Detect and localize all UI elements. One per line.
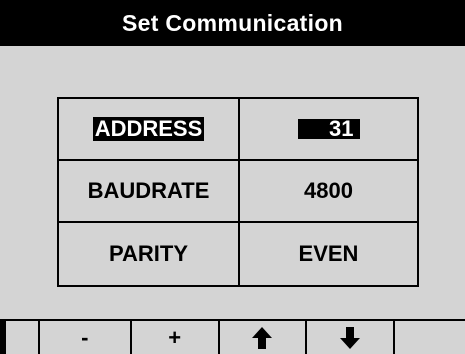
- address-value[interactable]: 31: [297, 118, 360, 140]
- move-up-button[interactable]: [219, 321, 306, 354]
- move-down-button[interactable]: [307, 321, 394, 354]
- parity-label: PARITY: [108, 241, 189, 266]
- decrement-label: -: [81, 324, 89, 350]
- baudrate-label: BAUDRATE: [87, 178, 210, 203]
- increment-button[interactable]: +: [131, 321, 218, 354]
- decrement-button[interactable]: -: [39, 321, 130, 354]
- softkey-blank-left[interactable]: [6, 321, 38, 354]
- softkey-bar: - +: [0, 319, 465, 354]
- address-label-cell[interactable]: ADDRESS: [59, 99, 240, 161]
- page-title: Set Communication: [0, 0, 465, 46]
- arrow-up-icon: [252, 326, 273, 349]
- baudrate-value: 4800: [304, 178, 353, 203]
- baudrate-value-cell[interactable]: 4800: [240, 161, 417, 223]
- address-label: ADDRESS: [92, 116, 205, 141]
- parity-value: EVEN: [298, 241, 359, 266]
- softkey-blank-right[interactable]: [395, 321, 465, 354]
- arrow-down-icon: [340, 326, 361, 349]
- address-value-cell[interactable]: 31: [240, 99, 417, 161]
- parity-label-cell[interactable]: PARITY: [59, 223, 240, 285]
- baudrate-label-cell[interactable]: BAUDRATE: [59, 161, 240, 223]
- parity-value-cell[interactable]: EVEN: [240, 223, 417, 285]
- increment-label: +: [168, 324, 182, 350]
- communication-settings-table: ADDRESS 31 BAUDRATE 4800 PARITY EVEN: [57, 97, 419, 287]
